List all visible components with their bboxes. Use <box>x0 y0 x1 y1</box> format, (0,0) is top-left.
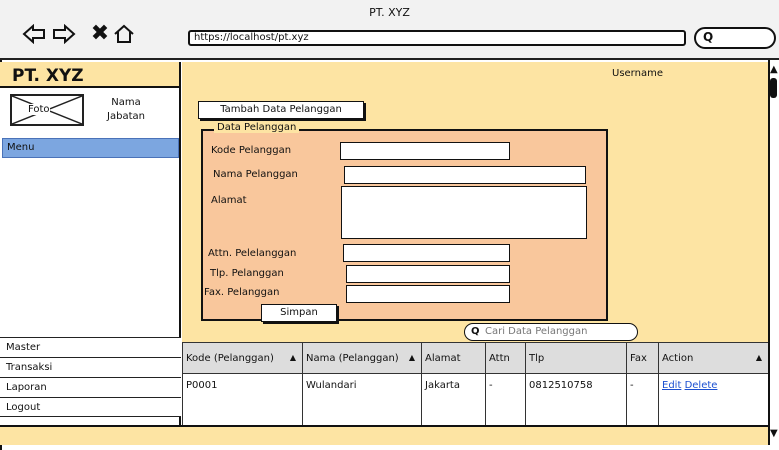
sidebar-item-master[interactable]: Master <box>0 337 181 357</box>
url-bar[interactable]: https://localhost/pt.xyz <box>188 30 686 46</box>
cell-alamat: Jakarta <box>421 373 486 396</box>
vertical-scrollbar[interactable] <box>768 60 779 445</box>
user-info: Nama Jabatan <box>96 96 156 124</box>
column-header-tlp[interactable]: Tlp <box>525 342 627 374</box>
column-header-nama[interactable]: Nama (Pelanggan) ▲ <box>302 342 422 374</box>
search-icon: Q <box>471 326 480 337</box>
cell-fax: - <box>626 373 659 396</box>
customer-table: Kode (Pelanggan) ▲ Nama (Pelanggan) ▲ Alam… <box>182 342 769 428</box>
scrollbar-thumb[interactable] <box>770 78 777 98</box>
browser-search[interactable]: Q <box>694 27 776 49</box>
cell-nama: Wulandari <box>302 373 422 396</box>
cell-action: Edit Delete <box>658 373 769 396</box>
home-icon <box>114 24 134 43</box>
scroll-up-icon[interactable]: ▲ <box>770 64 778 75</box>
sort-icon[interactable]: ▲ <box>756 352 762 363</box>
search-placeholder: Cari Data Pelanggan <box>485 326 588 337</box>
table-header-row: Kode (Pelanggan) ▲ Nama (Pelanggan) ▲ Alam… <box>182 342 769 374</box>
scroll-down-icon[interactable]: ▼ <box>770 428 778 439</box>
back-button[interactable] <box>22 22 46 46</box>
close-icon[interactable]: ✖ <box>88 22 112 46</box>
nama-field[interactable] <box>344 166 586 184</box>
sidebar-menu-header[interactable]: Menu <box>2 138 179 158</box>
column-header-kode[interactable]: Kode (Pelanggan) ▲ <box>182 342 303 374</box>
column-header-action[interactable]: Action ▲ <box>658 342 769 374</box>
forward-button[interactable] <box>52 22 76 46</box>
cell-tlp: 0812510758 <box>525 373 627 396</box>
sort-icon[interactable]: ▲ <box>409 352 415 363</box>
sidebar-item-laporan[interactable]: Laporan <box>0 377 181 397</box>
form-legend: Data Pelanggan <box>214 122 300 133</box>
tlp-label: Tlp. Pelanggan <box>210 268 284 279</box>
tlp-field[interactable] <box>346 265 510 283</box>
sidebar-item-logout[interactable]: Logout <box>0 397 181 417</box>
attn-label: Attn. Pelelanggan <box>208 248 297 259</box>
fax-field[interactable] <box>346 285 510 303</box>
photo-label: Foto <box>28 104 50 115</box>
arrow-left-icon <box>22 24 45 44</box>
cell-kode: P0001 <box>182 373 303 396</box>
sort-icon[interactable]: ▲ <box>290 352 296 363</box>
attn-field[interactable] <box>343 244 510 262</box>
footer-strip <box>0 425 768 445</box>
home-button[interactable] <box>112 22 136 46</box>
sidebar-item-transaksi[interactable]: Transaksi <box>0 357 181 377</box>
user-name: Nama <box>111 97 141 108</box>
fax-label: Fax. Pelanggan <box>204 287 280 298</box>
edit-link[interactable]: Edit <box>662 380 681 391</box>
column-header-alamat[interactable]: Alamat <box>421 342 486 374</box>
table-empty-row <box>182 396 769 428</box>
window-title: PT. XYZ <box>369 6 410 19</box>
column-header-fax[interactable]: Fax <box>626 342 659 374</box>
kode-field[interactable] <box>340 142 510 160</box>
nama-label: Nama Pelanggan <box>213 169 298 180</box>
cell-attn: - <box>485 373 526 396</box>
alamat-field[interactable] <box>341 186 587 239</box>
username-label[interactable]: Username <box>612 68 663 79</box>
avatar: Foto <box>10 94 84 126</box>
search-input[interactable]: Q Cari Data Pelanggan <box>464 323 638 341</box>
table-row: P0001 Wulandari Jakarta - 0812510758 - E… <box>182 373 769 396</box>
delete-link[interactable]: Delete <box>685 380 718 391</box>
app-title: PT. XYZ <box>12 66 84 86</box>
search-icon: Q <box>703 30 714 44</box>
column-header-attn[interactable]: Attn <box>485 342 526 374</box>
save-button[interactable]: Simpan <box>261 304 337 322</box>
add-customer-button[interactable]: Tambah Data Pelanggan <box>198 101 364 119</box>
arrow-right-icon <box>53 24 76 44</box>
user-role: Jabatan <box>107 111 145 122</box>
alamat-label: Alamat <box>211 195 247 206</box>
kode-label: Kode Pelanggan <box>211 145 292 156</box>
